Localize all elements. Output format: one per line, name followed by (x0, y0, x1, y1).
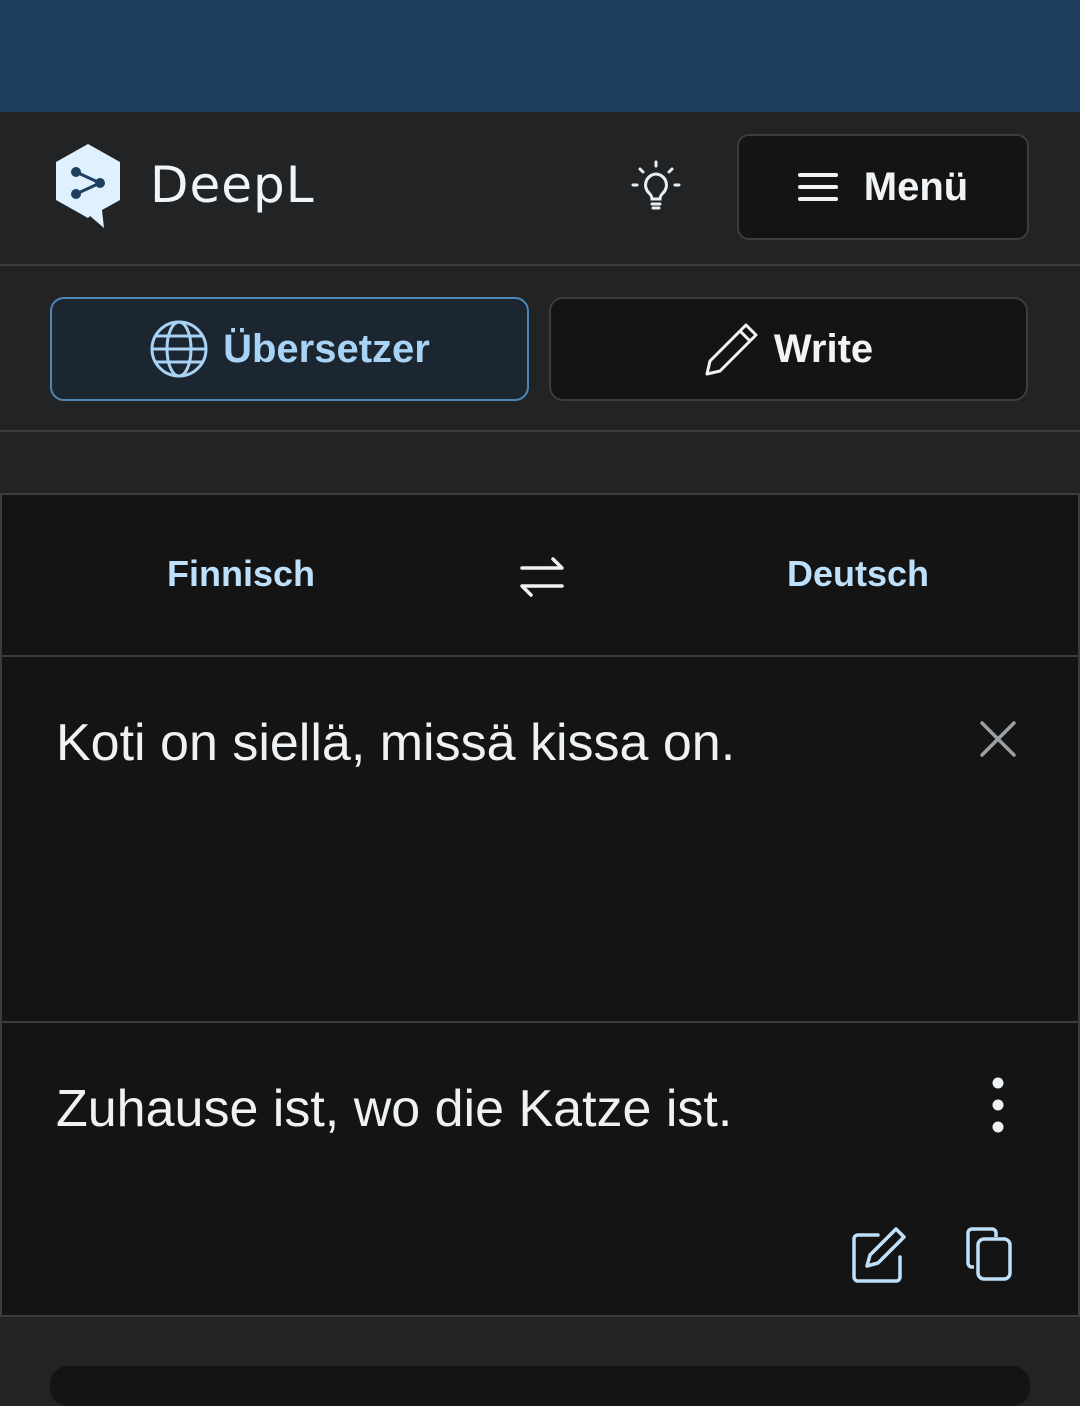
lightbulb-icon[interactable] (628, 158, 684, 214)
globe-icon (150, 320, 208, 378)
menu-label: Menü (863, 164, 969, 209)
bottom-card (50, 1366, 1030, 1406)
copy-icon[interactable] (962, 1223, 1018, 1285)
swap-languages-icon[interactable] (514, 549, 570, 605)
language-bar: Finnisch Deutsch (2, 495, 1078, 657)
close-icon[interactable] (974, 715, 1022, 763)
target-language-selector[interactable]: Deutsch (787, 553, 929, 595)
deepl-logo-icon[interactable] (52, 142, 124, 232)
status-bar-area (0, 0, 1080, 112)
mode-switcher: Übersetzer Write (0, 266, 1080, 432)
menu-button[interactable]: Menü (737, 134, 1029, 240)
pencil-icon (705, 323, 758, 376)
edit-icon[interactable] (848, 1223, 910, 1285)
tab-translator[interactable]: Übersetzer (50, 297, 529, 401)
hamburger-icon (797, 173, 838, 201)
tab-write[interactable]: Write (549, 297, 1028, 401)
source-text-area[interactable]: Koti on siellä, missä kissa on. (2, 657, 1078, 1023)
target-text-area: Zuhause ist, wo die Katze ist. (2, 1023, 1078, 1315)
tab-write-label: Write (773, 326, 874, 371)
translated-text[interactable]: Zuhause ist, wo die Katze ist. (56, 1079, 732, 1139)
brand-name: DeepL (150, 156, 315, 214)
translator-panel: Finnisch Deutsch Koti on siellä, missä k… (0, 493, 1080, 1317)
source-text[interactable]: Koti on siellä, missä kissa on. (56, 713, 735, 773)
more-options-icon[interactable] (980, 1075, 1016, 1135)
site-header: DeepL Menü (0, 112, 1080, 266)
source-language-selector[interactable]: Finnisch (167, 553, 315, 595)
tab-translator-label: Übersetzer (223, 326, 430, 371)
